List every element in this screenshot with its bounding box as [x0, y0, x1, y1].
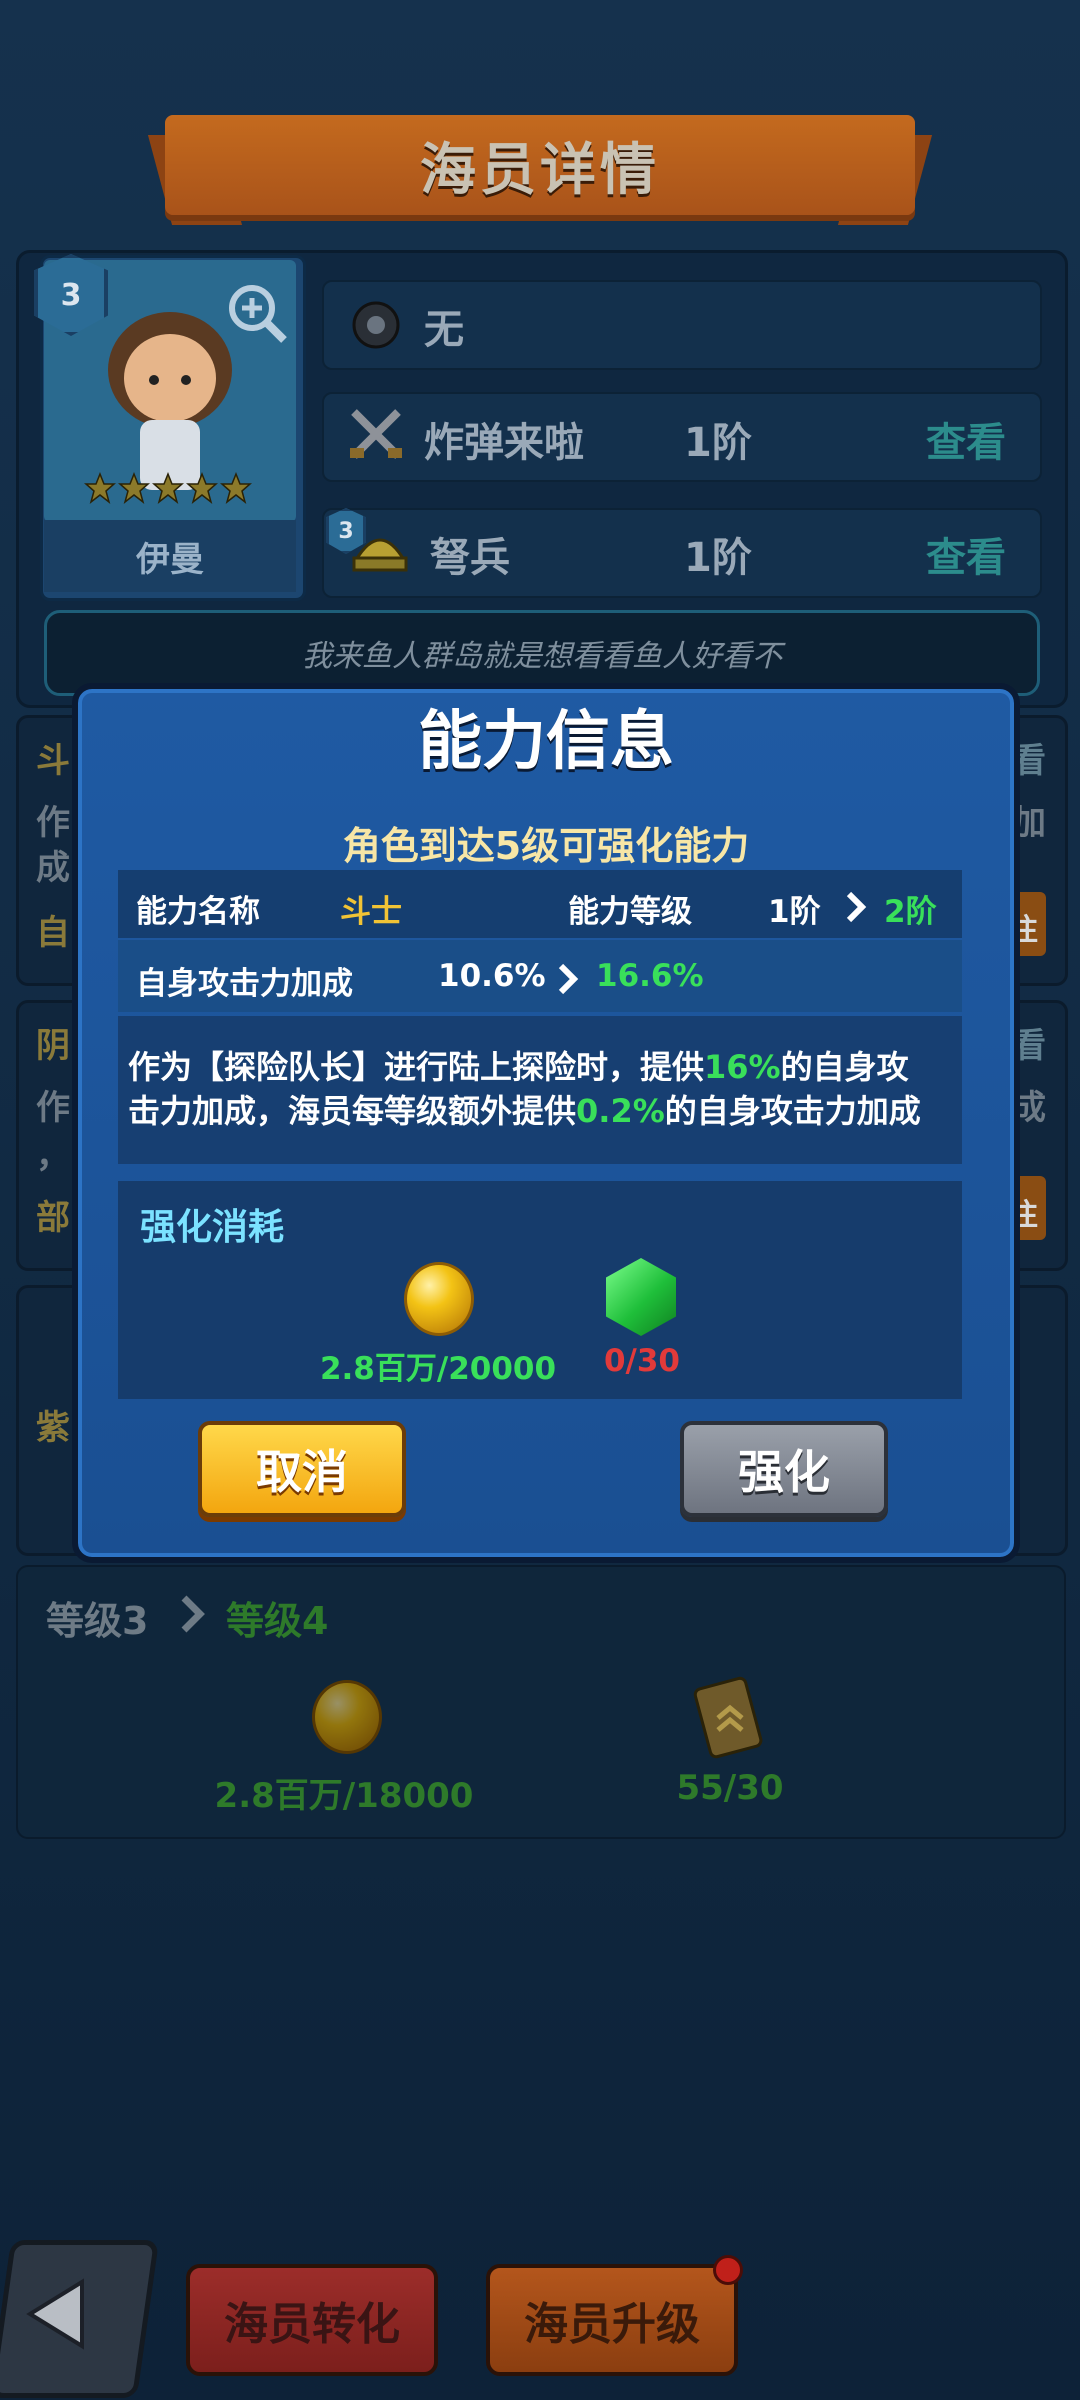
enhance-button[interactable]: 强化 — [680, 1421, 888, 1517]
bg-char: 斗 — [36, 741, 70, 781]
zoom-icon[interactable] — [226, 282, 290, 346]
bomb-icon — [348, 295, 404, 351]
level-to: 等级4 — [226, 1599, 329, 1643]
page-title: 海员详情 — [420, 137, 660, 203]
bg-char: 自 — [36, 913, 70, 953]
chevron-right-icon — [844, 890, 868, 924]
bg-char: 部 — [36, 1198, 70, 1238]
back-arrow-icon — [22, 2276, 92, 2352]
gold-coin-icon — [312, 1680, 382, 1754]
helmet-icon — [350, 520, 410, 576]
skill1-rank: 1阶 — [684, 420, 752, 466]
desc-highlight: 0.2% — [576, 1092, 665, 1130]
ability-name-label: 能力名称 — [136, 894, 260, 930]
cost-title: 强化消耗 — [140, 1207, 285, 1248]
bonus-from: 10.6% — [438, 958, 546, 994]
bg-char: ， — [36, 1136, 70, 1176]
bg-char: 成 — [36, 848, 70, 888]
level-up-panel — [16, 1565, 1066, 1839]
gold-coin-icon — [404, 1262, 474, 1336]
dialog-title: 能力信息 — [418, 705, 674, 779]
level-gold-cost: 2.8百万/18000 — [214, 1776, 474, 1816]
desc-text: 的自身攻 — [780, 1048, 909, 1086]
cancel-button[interactable]: 取消 — [198, 1421, 406, 1517]
desc-text: 作为【探险队长】进行陆上探险时，提供 — [128, 1048, 705, 1086]
bg-char: 阴 — [36, 1026, 70, 1066]
crossed-swords-icon — [346, 404, 406, 464]
bg-char: 紫 — [36, 1408, 70, 1448]
level-to-value: 2阶 — [884, 894, 937, 930]
crew-convert-button[interactable]: 海员转化 — [186, 2264, 438, 2376]
bg-char: 作 — [36, 803, 70, 843]
skill2-rank: 1阶 — [684, 535, 752, 581]
book-icon — [690, 1672, 770, 1762]
skill1-view-link[interactable]: 查看 — [926, 410, 1006, 468]
notification-dot — [713, 2255, 743, 2285]
level-book-cost: 55/30 — [676, 1768, 784, 1808]
level-from: 等级3 — [46, 1599, 149, 1643]
desc-text: 的自身攻击力加成 — [664, 1092, 921, 1130]
bg-char: 作 — [36, 1088, 70, 1128]
bonus-label: 自身攻击力加成 — [136, 966, 353, 1002]
cost-gem: 0/30 — [603, 1343, 681, 1379]
ability-description: 作为【探险队长】进行陆上探险时，提供16%的自身攻 击力加成，海员每等级额外提供… — [128, 1045, 958, 1133]
desc-highlight: 16% — [704, 1048, 781, 1086]
skill2-name: 弩兵 — [430, 535, 510, 581]
chevron-right-icon — [556, 962, 580, 996]
level-from-value: 1阶 — [768, 894, 821, 930]
chevron-right-icon — [178, 1594, 208, 1634]
crew-upgrade-button[interactable]: 海员升级 — [486, 2264, 738, 2376]
bonus-to: 16.6% — [596, 958, 704, 994]
skill1-name: 炸弹来啦 — [424, 420, 584, 466]
ability-name-value: 斗士 — [340, 894, 402, 930]
crew-name: 伊曼 — [136, 539, 204, 580]
cost-gold: 2.8百万/20000 — [319, 1351, 557, 1387]
star-rating — [84, 472, 254, 504]
equipment-value: 无 — [424, 307, 464, 353]
skill2-view-link[interactable]: 查看 — [926, 525, 1006, 583]
desc-text: 击力加成，海员每等级额外提供 — [128, 1092, 577, 1130]
ability-level-label: 能力等级 — [568, 894, 692, 930]
dialog-subtitle: 角色到达5级可强化能力 — [342, 824, 750, 868]
